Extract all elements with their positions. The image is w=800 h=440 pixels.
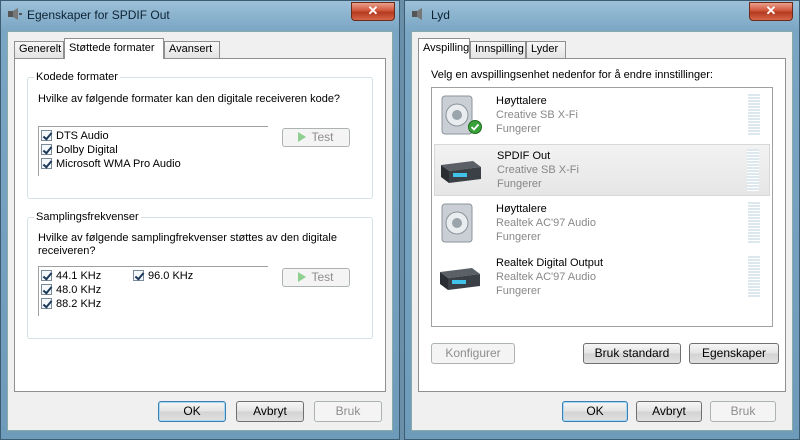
title-bar[interactable]: Egenskaper for SPDIF Out ✕ — [1, 1, 399, 29]
level-meter — [748, 202, 760, 244]
device-row-speakers-creative[interactable]: Høyttalere Creative SB X-Fi Fungerer — [434, 90, 770, 142]
test-rates-button[interactable]: Test — [282, 268, 350, 287]
device-driver: Realtek AC'97 Audio — [496, 217, 596, 229]
checkmark-icon[interactable] — [41, 270, 52, 281]
play-icon — [298, 272, 307, 282]
tab-panel: Kodede formater Hvilke av følgende forma… — [14, 58, 386, 392]
rate-checkbox-44-1[interactable]: 44.1 KHz — [41, 269, 101, 282]
device-name: SPDIF Out — [497, 150, 551, 162]
tab-sounds[interactable]: Lyder — [526, 41, 566, 58]
sample-rates-prompt-line1: Hvilke av følgende samplingfrekvenser st… — [38, 232, 337, 244]
device-status: Fungerer — [497, 178, 542, 190]
device-status: Fungerer — [496, 123, 541, 135]
close-button[interactable]: ✕ — [749, 2, 793, 21]
test-formats-button[interactable]: Test — [282, 128, 350, 147]
tab-supported-formats[interactable]: Støttede formater — [64, 38, 164, 59]
window-title: Lyd — [431, 8, 450, 22]
instruction-text: Velg en avspillingsenhet nedenfor for å … — [431, 69, 713, 81]
set-default-button[interactable]: Bruk standard — [583, 343, 681, 364]
encoded-formats-list: DTS Audio Dolby Digital Microsoft WMA Pr… — [38, 126, 268, 176]
device-driver: Creative SB X-Fi — [497, 164, 579, 176]
cancel-button[interactable]: Avbryt — [236, 401, 304, 422]
checkmark-icon[interactable] — [41, 298, 52, 309]
speaker-icon — [8, 8, 22, 20]
checkmark-icon[interactable] — [41, 130, 52, 141]
speaker-icon — [412, 8, 422, 20]
device-status: Fungerer — [496, 231, 541, 243]
level-meter — [748, 256, 760, 298]
default-check-icon — [468, 120, 482, 134]
window-title: Egenskaper for SPDIF Out — [27, 8, 170, 22]
tab-advanced[interactable]: Avansert — [164, 41, 220, 58]
ok-button[interactable]: OK — [562, 401, 628, 422]
tab-panel: Velg en avspillingsenhet nedenfor for å … — [418, 58, 786, 392]
rate-checkbox-88-2[interactable]: 88.2 KHz — [41, 297, 101, 310]
dialog-body: Avspilling Innspilling Lyder Velg en avs… — [411, 31, 793, 431]
device-row-realtek-digital[interactable]: Realtek Digital Output Realtek AC'97 Aud… — [434, 252, 770, 304]
device-row-spdif-out[interactable]: SPDIF Out Creative SB X-Fi Fungerer — [434, 144, 770, 196]
checkmark-icon[interactable] — [41, 284, 52, 295]
encoded-formats-group: Kodede formater Hvilke av følgende forma… — [27, 71, 373, 199]
sample-rates-legend: Samplingsfrekvenser — [34, 211, 141, 223]
device-name: Realtek Digital Output — [496, 257, 603, 269]
play-icon — [298, 132, 307, 142]
encoded-formats-prompt: Hvilke av følgende formater kan den digi… — [38, 93, 341, 105]
checkmark-icon[interactable] — [41, 158, 52, 169]
tab-general[interactable]: Generelt — [14, 41, 64, 58]
receiver-icon — [441, 161, 481, 183]
level-meter — [747, 149, 759, 191]
sample-rates-group: Samplingsfrekvenser Hvilke av følgende s… — [27, 211, 373, 339]
format-checkbox-wma[interactable]: Microsoft WMA Pro Audio — [41, 157, 181, 170]
tab-recording[interactable]: Innspilling — [470, 41, 526, 58]
encoded-formats-legend: Kodede formater — [34, 71, 120, 83]
configure-button[interactable]: Konfigurer — [431, 343, 515, 364]
device-list[interactable]: Høyttalere Creative SB X-Fi Fungerer SPD… — [431, 87, 773, 327]
ok-button[interactable]: OK — [158, 401, 226, 422]
rate-checkbox-96-0[interactable]: 96.0 KHz — [133, 269, 193, 282]
device-driver: Realtek AC'97 Audio — [496, 271, 596, 283]
format-checkbox-dolby[interactable]: Dolby Digital — [41, 143, 118, 156]
properties-button[interactable]: Egenskaper — [689, 343, 779, 364]
properties-window: Egenskaper for SPDIF Out ✕ Generelt Støt… — [0, 0, 400, 440]
title-bar[interactable]: Lyd ✕ — [405, 1, 799, 29]
checkmark-icon[interactable] — [41, 144, 52, 155]
dialog-body: Generelt Støttede formater Avansert Kode… — [7, 31, 393, 431]
level-meter — [748, 94, 760, 136]
sound-window: Lyd ✕ Avspilling Innspilling Lyder Velg … — [404, 0, 800, 440]
device-driver: Creative SB X-Fi — [496, 109, 578, 121]
checkmark-icon[interactable] — [133, 270, 144, 281]
device-name: Høyttalere — [496, 95, 547, 107]
apply-button[interactable]: Bruk — [314, 401, 382, 422]
tab-playback[interactable]: Avspilling — [418, 38, 470, 59]
sample-rates-prompt-line2: receiveren? — [38, 245, 96, 257]
rate-checkbox-48-0[interactable]: 48.0 KHz — [41, 283, 101, 296]
receiver-icon — [440, 268, 480, 290]
speaker-icon — [441, 203, 473, 243]
apply-button[interactable]: Bruk — [710, 401, 776, 422]
sample-rates-list: 44.1 KHz 48.0 KHz 88.2 KHz 96.0 KHz — [38, 266, 268, 316]
close-button[interactable]: ✕ — [351, 2, 395, 21]
format-checkbox-dts[interactable]: DTS Audio — [41, 129, 109, 142]
device-status: Fungerer — [496, 285, 541, 297]
device-name: Høyttalere — [496, 203, 547, 215]
device-row-speakers-realtek[interactable]: Høyttalere Realtek AC'97 Audio Fungerer — [434, 198, 770, 250]
cancel-button[interactable]: Avbryt — [636, 401, 702, 422]
